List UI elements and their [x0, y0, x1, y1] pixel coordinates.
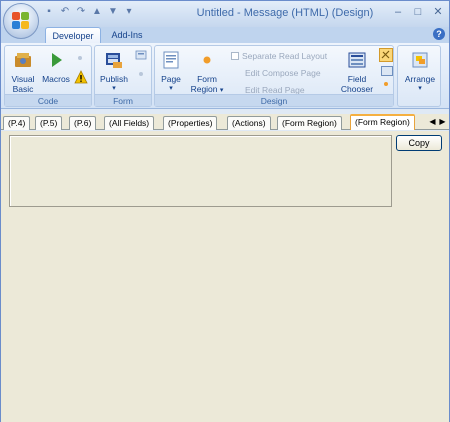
group-arrange: Arrange ▾: [397, 45, 441, 107]
arrange-label: Arrange: [404, 74, 436, 84]
form-tab-p5[interactable]: (P.5): [35, 116, 63, 130]
visual-basic-icon: [15, 53, 31, 67]
form-tab-properties[interactable]: (Properties): [163, 116, 218, 130]
window-controls: – □ ✕: [391, 5, 445, 19]
field-chooser-icon: [348, 52, 366, 68]
form-design-area: Copy: [1, 131, 449, 422]
form-tab-actions[interactable]: (Actions): [227, 116, 271, 130]
publish-label: Publish: [100, 74, 128, 84]
outlook-form-designer-window: ▪ ↶ ↷ ▲ ▼ ▾ Untitled - Message (HTML) (D…: [0, 0, 450, 422]
help-icon[interactable]: ?: [433, 28, 445, 40]
publish-dropdown-icon: ▾: [112, 85, 116, 92]
separate-read-layout-checkbox[interactable]: Separate Read Layout: [231, 51, 327, 61]
form-tab-form-region-1[interactable]: (Form Region): [277, 116, 342, 130]
form-region-label: Form Region: [190, 74, 218, 94]
tab-add-ins[interactable]: Add-Ins: [105, 27, 149, 43]
tab-developer[interactable]: Developer: [45, 27, 101, 43]
group-form: Publish ▾ Form: [94, 45, 152, 107]
form-tab-all-fields[interactable]: (All Fields): [104, 116, 155, 130]
form-region-icon: [203, 56, 211, 64]
office-button[interactable]: [3, 3, 39, 39]
page-button[interactable]: Page ▾: [157, 50, 185, 94]
page-dropdown-icon: ▾: [169, 85, 173, 92]
publish-icon: [106, 53, 122, 68]
form-region-button[interactable]: Form Region ▾: [187, 50, 227, 96]
group-design-label: Design: [155, 94, 393, 106]
property-page-icon[interactable]: [381, 66, 393, 76]
form-tab-p6[interactable]: (P.6): [69, 116, 97, 130]
form-region-canvas[interactable]: [9, 135, 392, 207]
scroll-left-icon[interactable]: ◀: [428, 116, 437, 128]
form-page-tabs: (P.4) (P.5) (P.6) (All Fields) (Properti…: [1, 114, 449, 130]
copy-button[interactable]: Copy: [396, 135, 442, 151]
separate-read-layout-label: Separate Read Layout: [242, 51, 328, 61]
record-macro-icon[interactable]: [78, 56, 82, 60]
advanced-properties-icon[interactable]: [384, 82, 388, 86]
macros-button[interactable]: Macros: [41, 50, 71, 84]
page-icon: [163, 51, 179, 69]
visual-basic-label: Visual Basic: [11, 74, 35, 94]
view-code-icon[interactable]: [139, 72, 143, 76]
page-label: Page: [161, 74, 181, 84]
scroll-right-icon[interactable]: ▶: [438, 116, 447, 128]
form-region-dropdown-icon: ▾: [219, 87, 224, 94]
macros-label: Macros: [42, 74, 70, 84]
form-tab-form-region-2[interactable]: (Form Region): [350, 114, 415, 130]
edit-compose-page-button[interactable]: Edit Compose Page: [245, 68, 321, 78]
play-icon: [52, 53, 62, 67]
publish-button[interactable]: Publish ▾: [97, 50, 131, 94]
group-form-label: Form: [95, 94, 151, 106]
visual-basic-button[interactable]: Visual Basic: [8, 50, 38, 94]
tab-scroll-arrows: ◀ ▶: [428, 116, 447, 128]
group-code: Visual Basic Macros Code: [4, 45, 92, 107]
group-design: Page ▾ Form Region ▾ Separate Read Layou…: [154, 45, 394, 107]
minimize-icon[interactable]: –: [391, 5, 405, 19]
title-bar: ▪ ↶ ↷ ▲ ▼ ▾ Untitled - Message (HTML) (D…: [1, 1, 449, 39]
field-chooser-label: Field Chooser: [340, 74, 374, 94]
form-tab-p4[interactable]: (P.4): [3, 116, 31, 130]
form-properties-icon[interactable]: [135, 50, 147, 62]
macro-security-warning-icon[interactable]: [74, 70, 88, 84]
group-code-label: Code: [5, 94, 91, 106]
checkbox-icon: [231, 52, 239, 60]
arrange-dropdown-icon: ▾: [418, 85, 422, 92]
office-logo-icon: [12, 12, 30, 30]
close-icon[interactable]: ✕: [431, 5, 445, 19]
arrange-icon: [412, 52, 428, 68]
control-toolbox-icon[interactable]: [379, 48, 393, 62]
ribbon-tab-row: Developer Add-Ins ?: [1, 27, 449, 43]
window-title: Untitled - Message (HTML) (Design): [196, 7, 374, 19]
ribbon: Visual Basic Macros Code Publish ▾ Form …: [1, 43, 449, 109]
maximize-icon[interactable]: □: [411, 5, 425, 19]
field-chooser-button[interactable]: Field Chooser: [337, 50, 377, 94]
arrange-button[interactable]: Arrange ▾: [400, 50, 440, 94]
